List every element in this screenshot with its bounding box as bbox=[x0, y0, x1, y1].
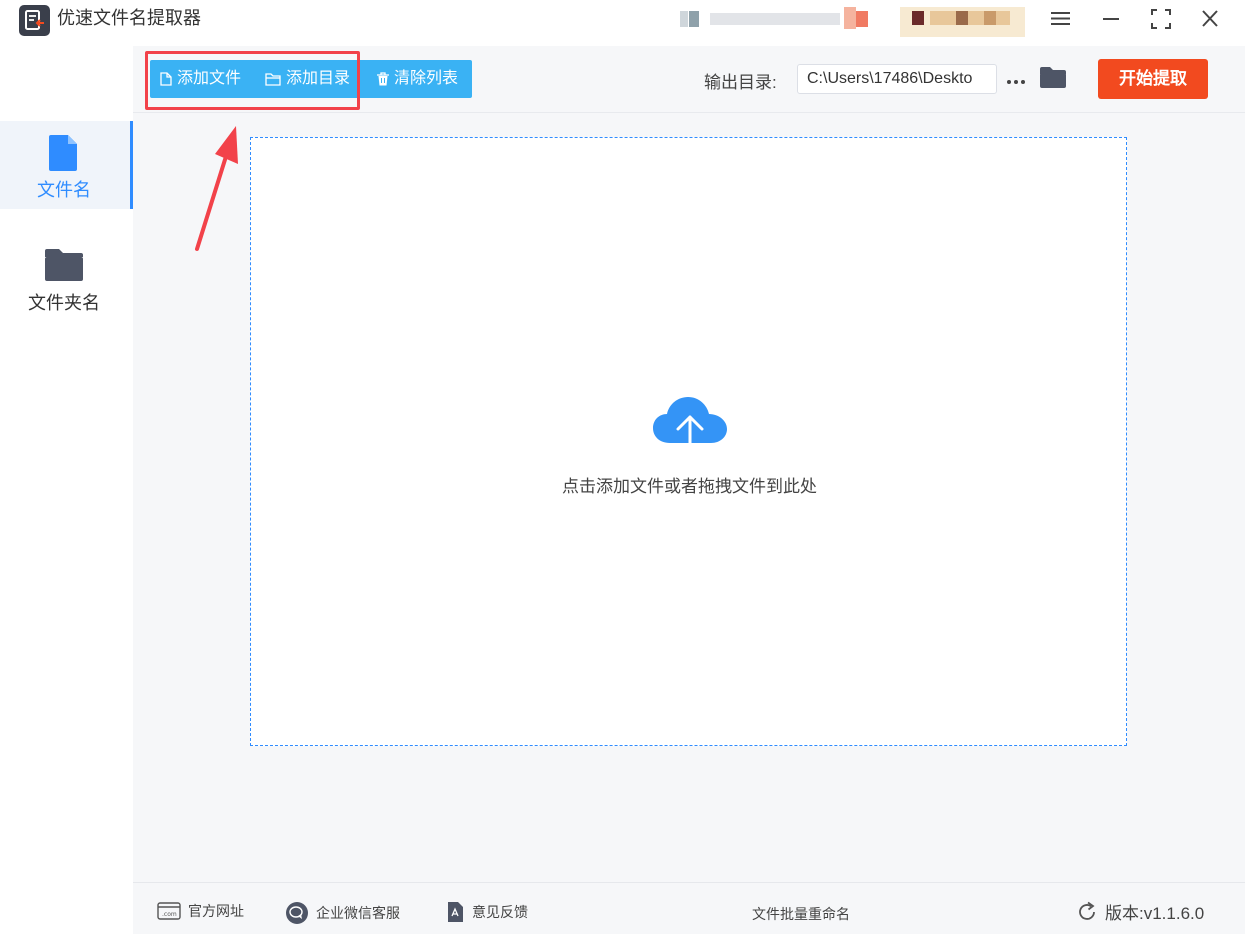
wechat-icon bbox=[286, 902, 308, 924]
output-directory-input[interactable]: C:\Users\17486\Deskto bbox=[797, 64, 997, 94]
file-icon bbox=[44, 133, 84, 173]
app-logo-icon bbox=[19, 5, 50, 36]
app-title: 优速文件名提取器 bbox=[57, 8, 201, 28]
version-label: 版本:v1.1.6.0 bbox=[1105, 904, 1205, 923]
main-panel: 添加文件 添加目录 清除列表 输出目录: C:\Users\17486\Desk… bbox=[133, 46, 1245, 882]
open-folder-icon[interactable] bbox=[1039, 64, 1067, 90]
annotation-arrow-icon bbox=[192, 122, 244, 252]
wechat-service-link[interactable]: 企业微信客服 bbox=[285, 901, 400, 925]
wechat-service-label: 企业微信客服 bbox=[316, 905, 400, 921]
close-icon[interactable] bbox=[1195, 6, 1225, 32]
blurred-avatar bbox=[900, 7, 1025, 37]
title-bar: 优速文件名提取器 bbox=[0, 0, 1245, 46]
version-info[interactable]: 版本:v1.1.6.0 bbox=[1076, 899, 1204, 924]
batch-rename-label[interactable]: 文件批量重命名 bbox=[752, 904, 850, 924]
folder-icon bbox=[44, 244, 84, 284]
output-directory-label: 输出目录: bbox=[704, 73, 777, 92]
cloud-upload-icon bbox=[652, 395, 728, 461]
sidebar-item-label: 文件夹名 bbox=[28, 293, 100, 313]
refresh-icon bbox=[1079, 901, 1095, 920]
trash-icon bbox=[377, 72, 389, 86]
official-website-link[interactable]: .com 官方网址 bbox=[157, 901, 244, 921]
sidebar-item-foldername[interactable]: 文件夹名 bbox=[0, 234, 133, 322]
svg-text:.com: .com bbox=[162, 911, 177, 918]
minimize-icon[interactable] bbox=[1096, 6, 1126, 32]
feedback-icon bbox=[448, 902, 463, 922]
website-icon: .com bbox=[157, 902, 181, 920]
sidebar: 文件名 文件夹名 bbox=[0, 46, 133, 934]
official-website-label: 官方网址 bbox=[188, 903, 244, 919]
sidebar-item-label: 文件名 bbox=[37, 180, 91, 200]
feedback-label: 意见反馈 bbox=[472, 904, 528, 920]
clear-list-label: 清除列表 bbox=[394, 70, 459, 87]
feedback-link[interactable]: 意见反馈 bbox=[445, 901, 528, 923]
drop-zone-hint: 点击添加文件或者拖拽文件到此处 bbox=[562, 477, 817, 496]
more-options-icon[interactable] bbox=[1005, 74, 1027, 84]
blurred-account-info bbox=[680, 7, 870, 29]
clear-list-button[interactable]: 清除列表 bbox=[377, 60, 458, 98]
file-drop-zone[interactable]: 点击添加文件或者拖拽文件到此处 bbox=[250, 137, 1127, 746]
menu-icon[interactable] bbox=[1046, 6, 1076, 32]
maximize-icon[interactable] bbox=[1146, 6, 1176, 32]
start-extract-button[interactable]: 开始提取 bbox=[1098, 59, 1208, 99]
sidebar-item-filename[interactable]: 文件名 bbox=[0, 121, 133, 209]
footer: .com 官方网址 企业微信客服 意见反馈 文件批量重命名 版本:v1.1.6.… bbox=[133, 882, 1245, 934]
annotation-highlight-box bbox=[145, 51, 360, 110]
